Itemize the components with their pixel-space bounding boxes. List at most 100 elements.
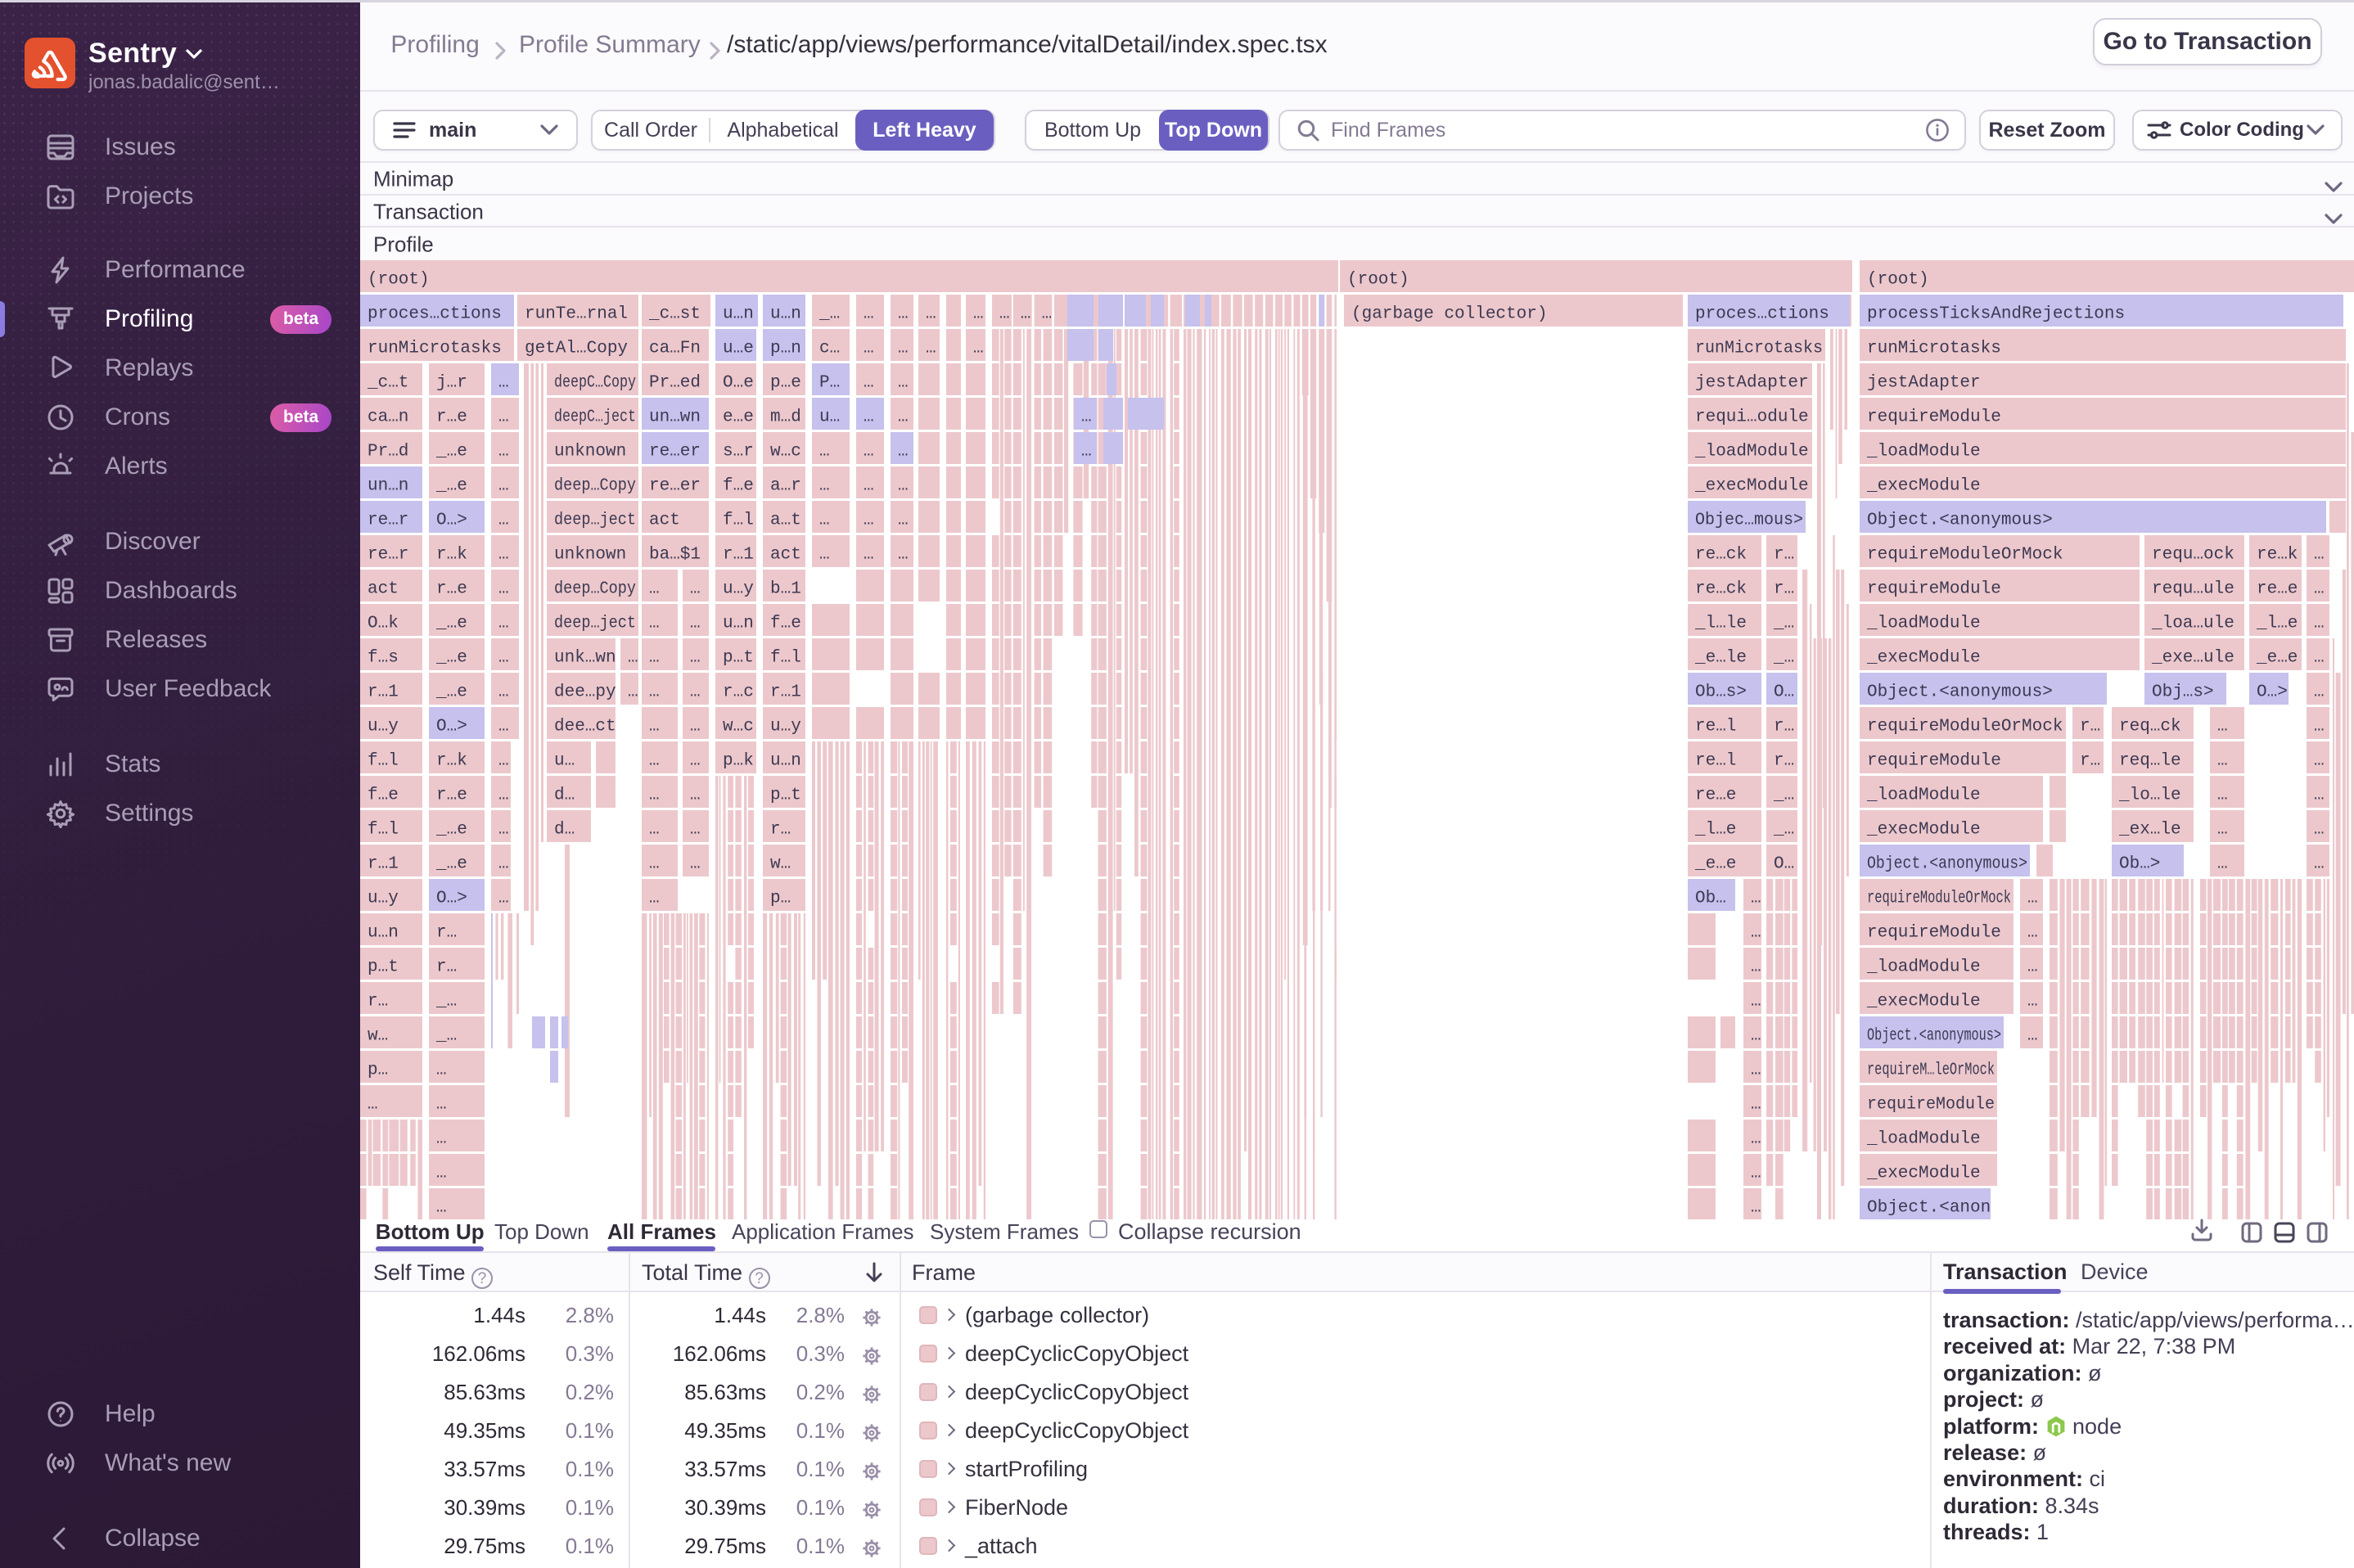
svg-text:…: … — [649, 614, 660, 633]
svg-text:…: … — [498, 579, 509, 598]
svg-text:_e…e: _e…e — [2256, 648, 2298, 667]
svg-text:…: … — [498, 648, 509, 667]
svg-text:re…l: re…l — [1695, 751, 1736, 770]
svg-text:f…l: f…l — [368, 820, 399, 839]
svg-text:…: … — [1751, 992, 1761, 1011]
svg-text:…: … — [436, 1164, 447, 1183]
svg-text:deepC…Copy: deepC…Copy — [554, 373, 636, 392]
svg-text:…: … — [864, 339, 874, 358]
svg-text:_…e: _…e — [435, 854, 467, 873]
svg-text:e…e: e…e — [723, 408, 754, 426]
svg-text:…: … — [690, 751, 701, 770]
svg-text:_loadModule: _loadModule — [1866, 614, 1981, 633]
svg-text:a…r: a…r — [770, 476, 801, 495]
svg-text:w…: w… — [368, 1026, 388, 1045]
svg-text:p…t: p…t — [368, 957, 399, 976]
svg-text:req…le: req…le — [2119, 751, 2181, 770]
svg-text:deep…ject: deep…ject — [554, 614, 636, 633]
svg-text:…: … — [2217, 786, 2228, 804]
svg-text:(root): (root) — [368, 270, 430, 289]
svg-text:f…e: f…e — [368, 786, 399, 804]
svg-text:_…e: _…e — [435, 820, 467, 839]
svg-text:d…: d… — [554, 820, 575, 839]
svg-text:…: … — [2314, 854, 2325, 873]
svg-text:…: … — [864, 511, 874, 529]
svg-text:requireModuleOrMock: requireModuleOrMock — [1867, 717, 2063, 736]
svg-text:…: … — [1751, 957, 1761, 976]
svg-text:…: … — [898, 373, 909, 392]
svg-text:…: … — [2027, 1026, 2038, 1045]
svg-text:…: … — [649, 717, 660, 736]
svg-text:…: … — [649, 820, 660, 839]
svg-text:…: … — [498, 511, 509, 529]
svg-text:processTicksAndRejections: processTicksAndRejections — [1867, 304, 2125, 323]
svg-text:…: … — [498, 786, 509, 804]
svg-text:w…c: w…c — [770, 442, 801, 461]
svg-text:r…e: r…e — [436, 579, 467, 598]
svg-text:runTe…rnal: runTe…rnal — [525, 304, 628, 323]
svg-text:p…e: p…e — [770, 373, 801, 392]
svg-text:…: … — [498, 751, 509, 770]
svg-text:Ob…>: Ob…> — [2119, 854, 2160, 873]
svg-text:…: … — [1021, 304, 1031, 323]
svg-text:proces…ctions: proces…ctions — [1695, 304, 1829, 323]
svg-text:…: … — [2314, 820, 2325, 839]
svg-text:…: … — [649, 854, 660, 873]
svg-text:s…r: s…r — [723, 442, 754, 461]
svg-text:un…n: un…n — [368, 476, 408, 495]
svg-text:getAl…Copy: getAl…Copy — [525, 339, 628, 358]
svg-text:…: … — [498, 476, 509, 495]
svg-text:r…e: r…e — [436, 408, 467, 426]
svg-text:…: … — [498, 373, 509, 392]
svg-text:(garbage collector): (garbage collector) — [1351, 304, 1547, 323]
svg-text:deep…Copy: deep…Copy — [554, 579, 636, 598]
svg-text:runMicrotasks: runMicrotasks — [1695, 339, 1823, 358]
svg-text:…: … — [973, 304, 984, 323]
svg-text:Pr…d: Pr…d — [368, 442, 408, 461]
svg-text:_…: _… — [435, 1026, 457, 1045]
svg-text:_loadModule: _loadModule — [1866, 786, 1981, 804]
svg-text:…: … — [864, 545, 874, 564]
svg-text:act: act — [368, 579, 399, 598]
svg-text:d…: d… — [554, 786, 575, 804]
svg-text:Objec…mous>: Objec…mous> — [1695, 511, 1803, 529]
svg-text:…: … — [1751, 1095, 1761, 1114]
svg-text:_loadModule: _loadModule — [1866, 442, 1981, 461]
svg-text:Object.<anon: Object.<anon — [1867, 1198, 1991, 1217]
svg-text:f…l: f…l — [723, 511, 754, 529]
svg-text:unk…wn: unk…wn — [554, 648, 616, 667]
svg-text:O…>: O…> — [2257, 683, 2288, 701]
svg-text:O…>: O…> — [436, 511, 467, 529]
svg-text:…: … — [498, 545, 509, 564]
svg-text:requireModule: requireModule — [1867, 579, 2001, 598]
svg-text:u…n: u…n — [723, 614, 754, 633]
svg-text:…: … — [898, 304, 909, 323]
svg-text:_…: _… — [818, 304, 840, 323]
svg-text:…: … — [2314, 579, 2325, 598]
svg-text:r…: r… — [1774, 717, 1794, 736]
svg-text:ca…n: ca…n — [368, 408, 408, 426]
svg-text:…: … — [1751, 1129, 1761, 1148]
svg-text:…: … — [628, 648, 638, 667]
svg-text:…: … — [649, 579, 660, 598]
svg-text:r…: r… — [770, 820, 791, 839]
svg-text:_c…st: _c…st — [648, 304, 701, 323]
svg-text:re…r: re…r — [368, 511, 408, 529]
svg-text:u…y: u…y — [368, 889, 399, 908]
svg-text:…: … — [1751, 923, 1761, 942]
svg-text:p…: p… — [770, 889, 791, 908]
svg-text:un…wn: un…wn — [649, 408, 701, 426]
svg-text:req…ck: req…ck — [2119, 717, 2181, 736]
svg-text:…: … — [498, 614, 509, 633]
svg-text:_execModule: _execModule — [1866, 1164, 1981, 1183]
svg-text:requireModuleOrMock: requireModuleOrMock — [1867, 889, 2011, 908]
svg-text:…: … — [628, 683, 638, 701]
svg-text:r…: r… — [436, 923, 457, 942]
svg-text:Object.<anonymous>: Object.<anonymous> — [1867, 1026, 2001, 1045]
svg-text:f…s: f…s — [368, 648, 399, 667]
svg-text:…: … — [973, 339, 984, 358]
svg-text:_loadModule: _loadModule — [1694, 442, 1809, 461]
svg-text:_execModule: _execModule — [1866, 648, 1981, 667]
svg-text:requ…ock: requ…ock — [2152, 545, 2234, 564]
svg-text:…: … — [2314, 648, 2325, 667]
